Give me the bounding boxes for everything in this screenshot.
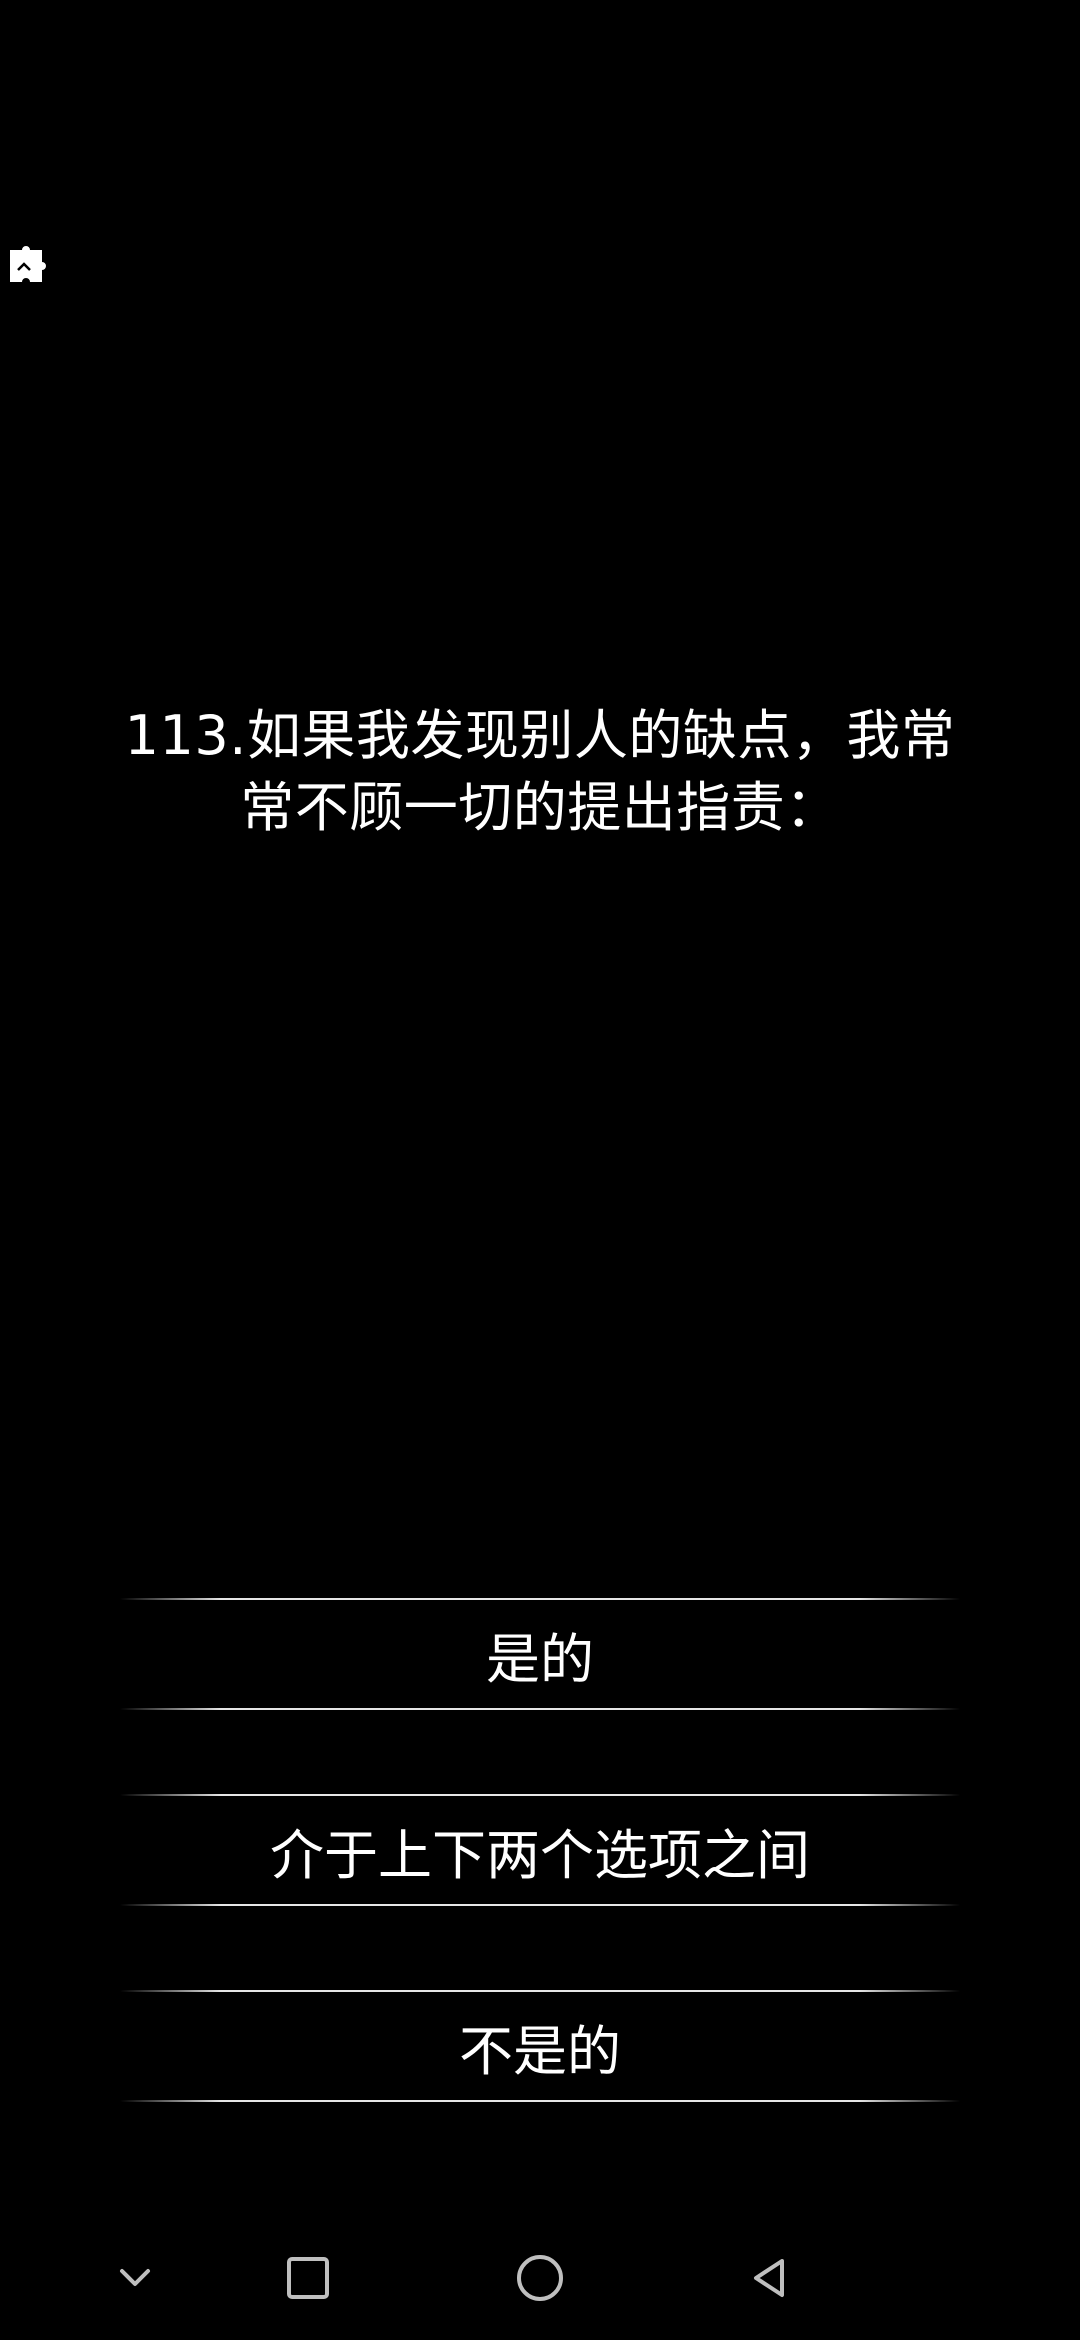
option-label: 不是的 bbox=[459, 2019, 621, 2083]
option-between[interactable]: 介于上下两个选项之间 bbox=[120, 1794, 960, 1906]
option-label: 介于上下两个选项之间 bbox=[270, 1823, 810, 1887]
question-text: 113.如果我发现别人的缺点，我常 常不顾一切的提出指责： bbox=[124, 704, 956, 839]
chevron-down-icon[interactable] bbox=[95, 2238, 175, 2318]
square-icon[interactable] bbox=[268, 2238, 348, 2318]
system-nav-bar bbox=[0, 2230, 1080, 2340]
option-label: 是的 bbox=[486, 1627, 594, 1691]
option-no[interactable]: 不是的 bbox=[120, 1990, 960, 2102]
option-yes[interactable]: 是的 bbox=[120, 1598, 960, 1710]
back-triangle-icon[interactable] bbox=[729, 2238, 809, 2318]
circle-icon[interactable] bbox=[500, 2238, 580, 2318]
puzzle-icon[interactable] bbox=[4, 240, 54, 290]
